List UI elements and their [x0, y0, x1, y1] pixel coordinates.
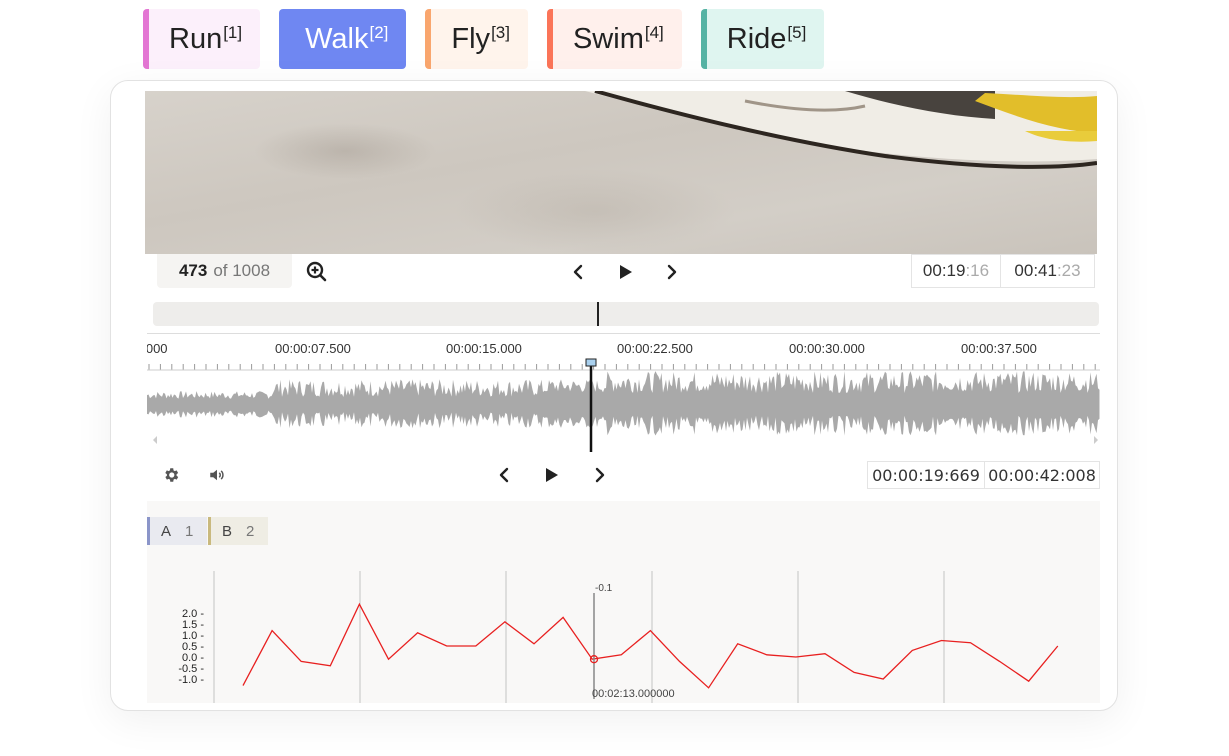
- time-main: 00:41: [1014, 261, 1057, 280]
- ruler-label: 0.000: [147, 341, 168, 356]
- chevron-right-icon: [595, 467, 605, 483]
- series-line: [242, 602, 1059, 689]
- video-total-time: 00:41:23: [1000, 254, 1095, 288]
- label-hotkey: [2]: [369, 23, 389, 42]
- play-icon: [546, 468, 558, 482]
- ruler-label: 00:00:07.500: [275, 341, 351, 356]
- video-next-frame-button[interactable]: [659, 260, 683, 284]
- label-swim[interactable]: Swim [4]: [546, 9, 682, 69]
- timeseries-chart[interactable]: 2.0 -1.5 -1.0 -0.5 -0.0 --0.5 --1.0 --0.…: [147, 501, 1100, 703]
- chevron-left-icon: [499, 467, 509, 483]
- frame-counter: 473 of 1008: [157, 254, 292, 288]
- time-frac: :16: [965, 261, 990, 280]
- label-name: Fly: [451, 22, 491, 55]
- label-walk[interactable]: Walk [2]: [279, 9, 407, 69]
- chevron-right-icon: [667, 264, 677, 280]
- label-run[interactable]: Run [1]: [143, 9, 261, 69]
- label-name: Swim: [572, 22, 644, 55]
- gear-icon: [165, 468, 179, 482]
- video-current-time: 00:19:16: [911, 254, 1001, 288]
- audio-play-button[interactable]: [539, 463, 563, 487]
- video-frame[interactable]: [145, 91, 1097, 254]
- ruler-label: 00:00:22.500: [617, 341, 693, 356]
- video-play-button[interactable]: [613, 260, 637, 284]
- time-main: 00:19: [922, 261, 966, 280]
- timeseries-panel: A 1 B 2 2.0 -1.5 -1.0 -0.5 -0.0 - -0.5 --…: [147, 501, 1100, 703]
- video-seekbar[interactable]: [153, 302, 1099, 326]
- y-tick-label: -1.0 -: [178, 674, 204, 686]
- frame-current: 473: [178, 261, 208, 280]
- label-hotkey: [1]: [223, 23, 243, 42]
- zoom-in-icon[interactable]: [305, 260, 329, 284]
- label-hotkey: [4]: [644, 23, 664, 42]
- video-prev-frame-button[interactable]: [567, 260, 591, 284]
- annotation-card: 473 of 1008 00:19:16 00:41:23 0.000 00:00…: [110, 80, 1118, 711]
- label-name: Walk: [305, 22, 369, 55]
- video-controls: 473 of 1008 00:19:16 00:41:23: [145, 254, 1097, 290]
- label-fly[interactable]: Fly [3]: [425, 9, 528, 69]
- label-ride[interactable]: Ride [5]: [700, 9, 825, 69]
- playhead-handle[interactable]: [585, 358, 597, 367]
- label-name: Run: [169, 22, 223, 55]
- video-content: [585, 91, 1097, 169]
- volume-icon: [210, 469, 224, 481]
- audio-controls: 00:00:19:669 00:00:42:008: [147, 461, 1100, 495]
- audio-prev-button[interactable]: [493, 463, 517, 487]
- label-hotkey: [3]: [491, 23, 510, 42]
- audio-current-time: 00:00:19:669: [867, 461, 985, 489]
- label-name: Ride: [726, 22, 787, 55]
- audio-total-time: 00:00:42:008: [984, 461, 1100, 489]
- settings-button[interactable]: [159, 463, 183, 487]
- label-hotkey: [5]: [787, 23, 807, 42]
- label-bar: Run [1] Walk [2] Fly [3] Swim [4] Ride [5]: [143, 9, 825, 69]
- ruler-label: 00:00:37.500: [961, 341, 1037, 356]
- cursor-value: -0.1: [595, 583, 613, 594]
- volume-button[interactable]: [205, 463, 229, 487]
- frame-total: of 1008: [213, 261, 271, 280]
- waveform-path: [147, 371, 1100, 436]
- audio-waveform[interactable]: 0.000 00:00:07.500 00:00:15.000 00:00:22.50…: [147, 333, 1100, 452]
- ruler-label: 00:00:15.000: [446, 341, 522, 356]
- play-icon: [620, 265, 632, 279]
- ruler-label: 00:00:30.000: [789, 341, 865, 356]
- audio-next-button[interactable]: [587, 463, 611, 487]
- seekbar-cursor[interactable]: [597, 302, 599, 326]
- time-frac: :23: [1056, 261, 1081, 280]
- cursor-time: 00:02:13.000000: [592, 688, 675, 700]
- chevron-left-icon: [573, 264, 583, 280]
- waveform-svg: 0.000 00:00:07.500 00:00:15.000 00:00:22.50…: [147, 341, 1100, 452]
